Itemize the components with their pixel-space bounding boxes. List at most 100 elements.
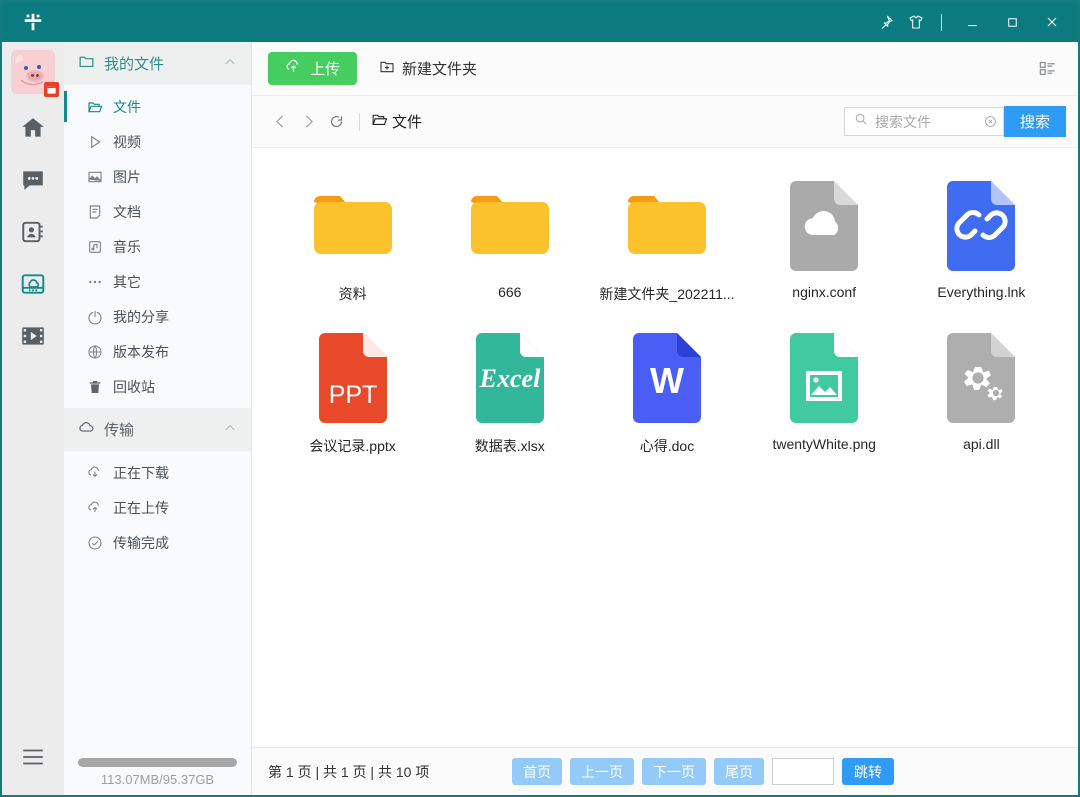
file-name-label: 会议记录.pptx — [309, 438, 396, 454]
search-box[interactable] — [843, 107, 1004, 136]
refresh-button[interactable] — [322, 108, 350, 136]
more-icon — [86, 274, 103, 290]
sidebar-item-images[interactable]: 图片 — [64, 159, 251, 194]
skin-icon[interactable] — [901, 5, 931, 39]
upload-button[interactable]: 上传 — [268, 52, 358, 85]
ppt-file-icon: PPT — [313, 330, 393, 426]
sidebar-item-label: 文件 — [113, 98, 141, 115]
folder-item[interactable]: 666 — [431, 170, 588, 314]
folder-icon — [624, 178, 710, 274]
file-item[interactable]: nginx.conf — [746, 170, 903, 314]
folder-item[interactable]: 资料 — [274, 170, 431, 314]
file-grid: 资料 666 新建文件夹_202211... nginx.conf Everything… — [252, 148, 1078, 747]
sidebar-item-music[interactable]: 音乐 — [64, 229, 251, 264]
sidebar-group-title: 我的文件 — [104, 56, 165, 73]
folder-item[interactable]: 新建文件夹_202211... — [588, 170, 745, 314]
sidebar-group-my-files[interactable]: 我的文件 — [64, 42, 251, 85]
page-jump-input[interactable] — [772, 758, 834, 785]
sidebar-item-label: 图片 — [113, 168, 141, 185]
pagination: 首页 上一页 下一页 尾页 跳转 — [512, 758, 894, 785]
list-view-icon[interactable] — [1032, 54, 1062, 84]
trash-icon — [86, 379, 103, 395]
new-folder-button-label: 新建文件夹 — [402, 61, 478, 78]
avatar[interactable] — [11, 50, 59, 97]
file-item[interactable]: api.dll — [903, 322, 1060, 466]
file-name-label: 数据表.xlsx — [474, 438, 545, 454]
svg-text:Excel: Excel — [478, 364, 540, 393]
window-body: 我的文件 文件 视频 图片 文档 音乐 其它 我的分享 版本发布 回收站 传输 … — [2, 42, 1078, 795]
back-button[interactable] — [266, 108, 294, 136]
first-page-button[interactable]: 首页 — [512, 758, 562, 785]
play-icon — [86, 134, 103, 150]
word-file-icon: W — [627, 330, 707, 426]
document-icon — [86, 204, 103, 220]
close-icon[interactable] — [1032, 3, 1072, 41]
upload-button-label: 上传 — [310, 61, 341, 78]
sidebar-item-label: 回收站 — [113, 378, 155, 395]
last-page-button[interactable]: 尾页 — [714, 758, 764, 785]
toolbar: 上传 新建文件夹 — [252, 42, 1078, 96]
storage-bar — [78, 758, 237, 767]
sidebar-item-recycle-bin[interactable]: 回收站 — [64, 369, 251, 404]
video-icon[interactable] — [10, 312, 56, 360]
file-item[interactable]: PPT 会议记录.pptx — [274, 322, 431, 466]
sidebar-group-title: 传输 — [104, 422, 135, 439]
chat-icon[interactable] — [10, 156, 56, 204]
chevron-up-icon[interactable] — [223, 421, 237, 439]
search-button[interactable]: 搜索 — [1003, 106, 1066, 137]
file-item[interactable]: Excel 数据表.xlsx — [431, 322, 588, 466]
upload-icon — [86, 500, 103, 516]
menu-icon[interactable] — [10, 733, 56, 781]
breadcrumb-label: 文件 — [392, 114, 423, 131]
maximize-icon[interactable] — [992, 3, 1032, 41]
sidebar: 我的文件 文件 视频 图片 文档 音乐 其它 我的分享 版本发布 回收站 传输 … — [64, 42, 252, 795]
file-name-label: api.dll — [963, 436, 1000, 452]
sidebar-item-files[interactable]: 文件 — [64, 89, 251, 124]
prev-page-button[interactable]: 上一页 — [570, 758, 634, 785]
home-icon[interactable] — [10, 104, 56, 152]
globe-icon — [86, 344, 103, 360]
sidebar-item-my-shares[interactable]: 我的分享 — [64, 299, 251, 334]
sidebar-item-other[interactable]: 其它 — [64, 264, 251, 299]
sidebar-item-video[interactable]: 视频 — [64, 124, 251, 159]
new-folder-button[interactable]: 新建文件夹 — [379, 58, 477, 79]
sidebar-item-downloading[interactable]: 正在下载 — [64, 455, 251, 490]
jump-button[interactable]: 跳转 — [842, 758, 894, 785]
breadcrumb[interactable]: 文件 — [371, 111, 422, 132]
file-item[interactable]: Everything.lnk — [903, 170, 1060, 314]
footer-bar: 第 1 页 | 共 1 页 | 共 10 项 首页 上一页 下一页 尾页 跳转 — [252, 747, 1078, 795]
chevron-up-icon[interactable] — [223, 55, 237, 73]
sidebar-item-version-release[interactable]: 版本发布 — [64, 334, 251, 369]
link-file-icon — [941, 178, 1021, 274]
folder-icon — [310, 178, 396, 274]
excel-file-icon: Excel — [470, 330, 550, 426]
dll-file-icon — [941, 330, 1021, 426]
svg-text:PPT: PPT — [328, 381, 377, 409]
title-bar — [2, 2, 1078, 42]
search-icon — [854, 112, 868, 131]
sidebar-item-transfer-complete[interactable]: 传输完成 — [64, 525, 251, 560]
clear-circle-icon[interactable] — [984, 115, 997, 128]
sidebar-item-uploading[interactable]: 正在上传 — [64, 490, 251, 525]
search-input[interactable] — [874, 113, 977, 130]
cloud-drive-icon[interactable] — [10, 260, 56, 308]
sidebar-item-label: 正在上传 — [113, 499, 169, 516]
forward-button[interactable] — [294, 108, 322, 136]
contacts-icon[interactable] — [10, 208, 56, 256]
sidebar-item-label: 我的分享 — [113, 308, 169, 325]
storage-indicator: 113.07MB/95.37GB — [64, 758, 251, 795]
cloud-icon — [78, 419, 95, 440]
calendar-badge — [44, 82, 59, 97]
sidebar-item-label: 其它 — [113, 273, 141, 290]
pin-icon[interactable] — [871, 5, 901, 39]
folder-plus-icon — [379, 59, 395, 79]
file-item[interactable]: W 心得.doc — [588, 322, 745, 466]
file-item[interactable]: twentyWhite.png — [746, 322, 903, 466]
logo-icon — [20, 9, 46, 35]
sidebar-item-documents[interactable]: 文档 — [64, 194, 251, 229]
image-file-icon — [784, 330, 864, 426]
minimize-icon[interactable] — [952, 3, 992, 41]
next-page-button[interactable]: 下一页 — [642, 758, 706, 785]
sidebar-group-transfer[interactable]: 传输 — [64, 408, 251, 451]
